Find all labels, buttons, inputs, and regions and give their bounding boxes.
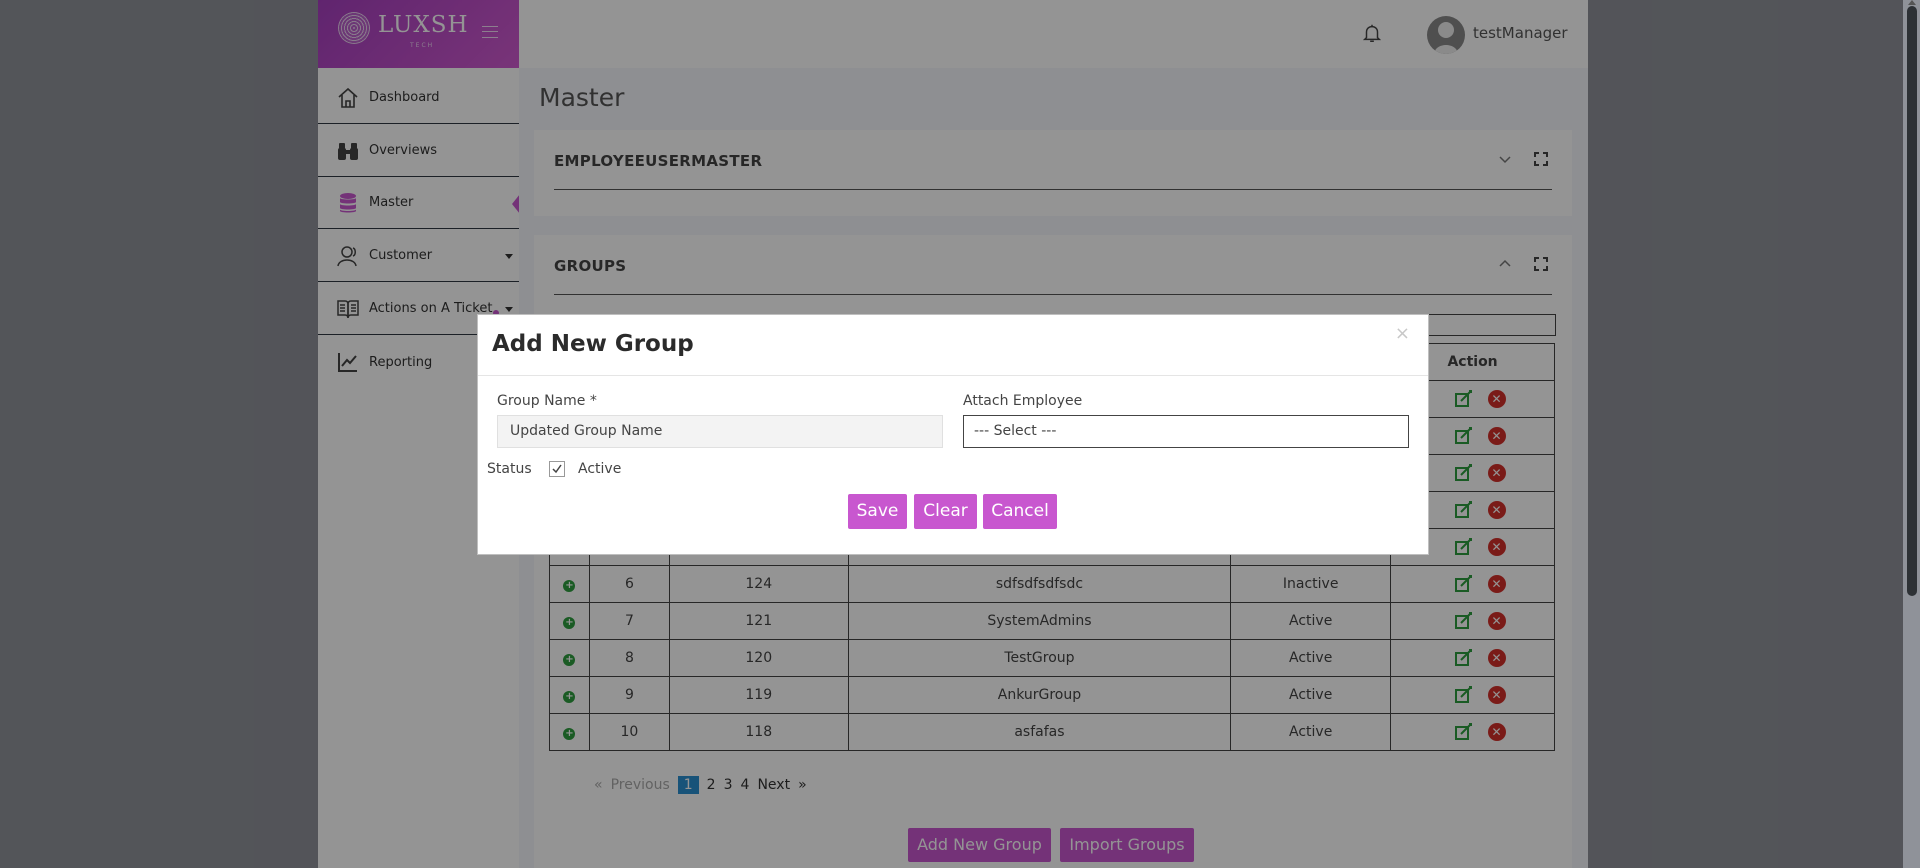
clear-button[interactable]: Clear <box>914 494 977 529</box>
divider <box>478 375 1428 376</box>
scroll-up-icon[interactable] <box>1908 0 1916 5</box>
close-icon[interactable]: × <box>1395 323 1410 344</box>
page-scrollbar[interactable] <box>1903 0 1920 868</box>
scroll-thumb[interactable] <box>1907 6 1917 596</box>
attach-employee-select[interactable]: --- Select --- <box>963 415 1409 448</box>
add-new-group-modal: Add New Group × Group Name * Updated Gro… <box>477 314 1429 555</box>
checkmark-icon <box>552 464 562 474</box>
active-label: Active <box>578 461 622 477</box>
group-name-label: Group Name * <box>497 393 597 409</box>
modal-title: Add New Group <box>492 331 694 357</box>
attach-employee-label: Attach Employee <box>963 393 1083 409</box>
cancel-button[interactable]: Cancel <box>983 494 1057 529</box>
active-checkbox[interactable] <box>549 461 565 477</box>
status-label: Status <box>487 461 532 477</box>
save-button[interactable]: Save <box>848 494 907 529</box>
group-name-field[interactable]: Updated Group Name <box>497 415 943 448</box>
